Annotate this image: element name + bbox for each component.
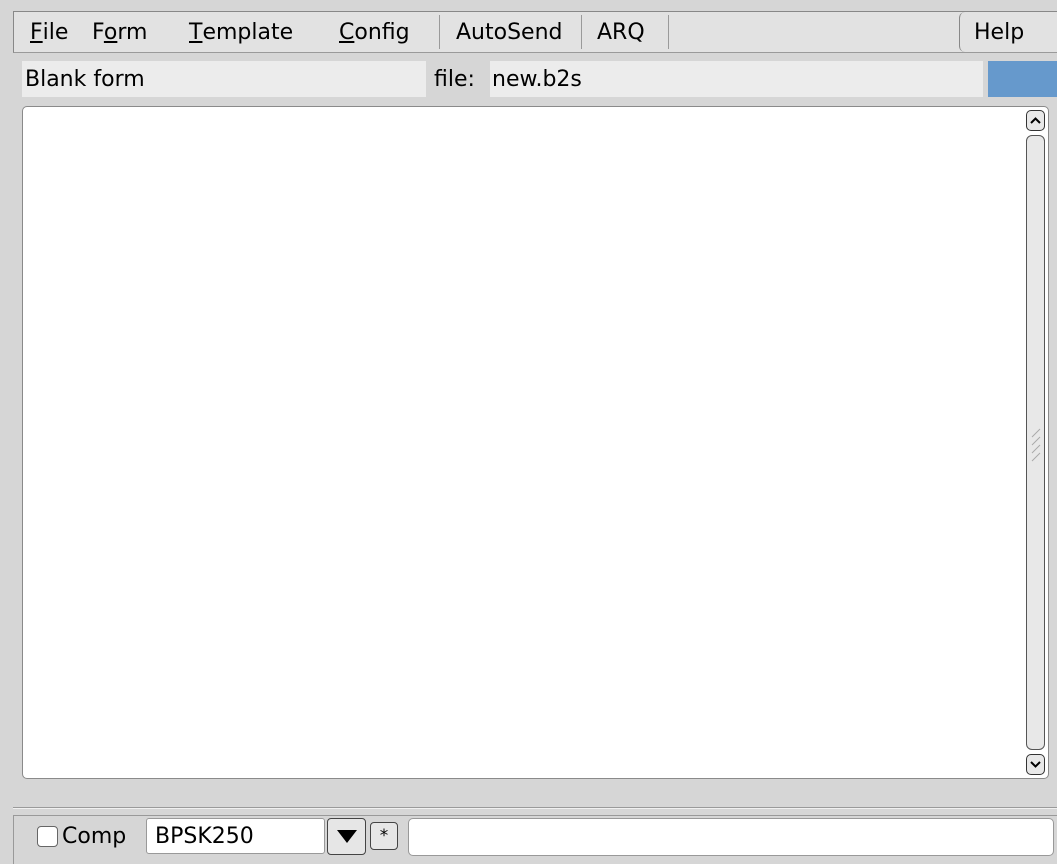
menu-form-mnemonic: o	[103, 19, 118, 45]
menu-autosend-label: AutoSend	[456, 19, 563, 45]
menu-arq-label: ARQ	[597, 19, 645, 45]
menu-form-label: Form	[92, 20, 147, 45]
vertical-scrollbar[interactable]	[1026, 110, 1045, 775]
scroll-down-button[interactable]	[1026, 754, 1045, 775]
chevron-up-icon	[1030, 117, 1041, 124]
menu-help-mnemonic: H	[974, 19, 991, 45]
menu-template-mnemonic: T	[189, 19, 203, 45]
file-label: file:	[432, 61, 488, 97]
menu-template-rest: emplate	[202, 19, 294, 45]
menu-form-text: rm	[117, 19, 148, 45]
menu-form[interactable]: Form	[90, 12, 187, 52]
chevron-down-icon	[1030, 761, 1041, 768]
divider	[13, 807, 1057, 809]
file-name-display: new.b2s	[490, 61, 983, 97]
menu-file-rest: ile	[42, 19, 69, 45]
menu-file[interactable]: File	[14, 12, 90, 52]
menu-config-rest: onfig	[354, 19, 410, 45]
status-indicator	[988, 61, 1057, 97]
menu-form-text: F	[92, 19, 104, 45]
triangle-down-icon	[336, 830, 357, 843]
menu-spacer	[669, 12, 959, 52]
menu-config[interactable]: Config	[339, 12, 439, 52]
message-text-area[interactable]	[22, 106, 1049, 779]
star-button[interactable]: *	[370, 822, 398, 850]
menu-help[interactable]: Help	[959, 12, 1057, 52]
comp-label: Comp	[62, 823, 127, 849]
menu-file-mnemonic: F	[30, 19, 43, 45]
mode-dropdown-button[interactable]	[327, 818, 366, 855]
mode-select[interactable]: BPSK250	[146, 818, 325, 854]
menu-arq[interactable]: ARQ	[582, 12, 668, 52]
scrollbar-thumb[interactable]	[1026, 135, 1045, 750]
menu-template[interactable]: Template	[187, 12, 339, 52]
comp-checkbox[interactable]	[37, 826, 58, 847]
menu-bar: File Form Template Config AutoSend ARQ H…	[13, 11, 1057, 53]
form-name-display: Blank form	[22, 61, 426, 97]
grip-icon	[1031, 428, 1041, 461]
message-input[interactable]	[408, 818, 1054, 856]
menu-help-rest: elp	[990, 19, 1025, 45]
menu-config-mnemonic: C	[339, 19, 355, 45]
scroll-up-button[interactable]	[1026, 110, 1045, 131]
menu-autosend[interactable]: AutoSend	[440, 12, 581, 52]
